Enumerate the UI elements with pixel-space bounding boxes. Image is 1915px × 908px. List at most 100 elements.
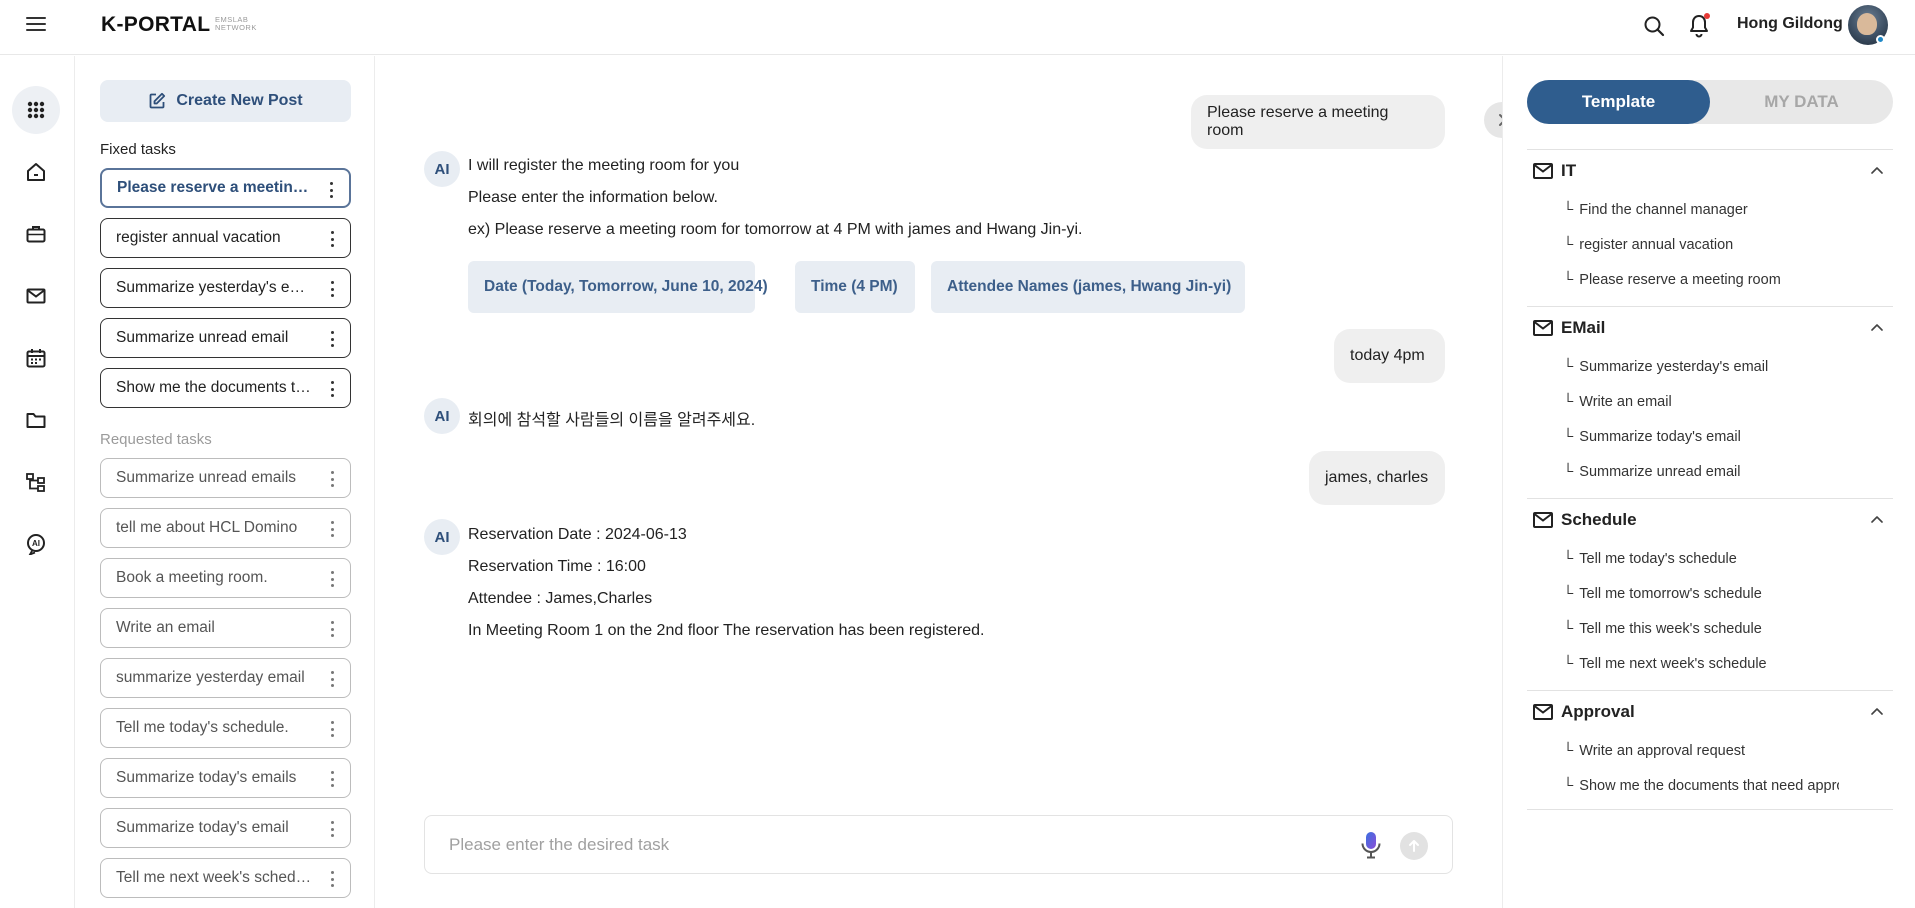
requested-task-item[interactable]: Tell me today's schedule. xyxy=(100,708,351,748)
tab-my-data[interactable]: MY DATA xyxy=(1710,80,1893,124)
ai-avatar: AI xyxy=(424,519,460,555)
more-options-icon[interactable] xyxy=(323,669,341,689)
category-header[interactable]: EMail xyxy=(1527,307,1893,349)
category-email: EMail └ Summarize yesterday's email └ Writ… xyxy=(1527,306,1893,489)
user-message: today 4pm xyxy=(1334,329,1445,383)
edit-icon xyxy=(149,92,166,109)
mail-icon xyxy=(1533,512,1553,528)
briefcase-icon[interactable] xyxy=(12,210,60,258)
notification-bell-icon[interactable] xyxy=(1687,13,1711,39)
template-item[interactable]: └ Tell me tomorrow's schedule xyxy=(1527,576,1839,611)
template-item[interactable]: └ Show me the documents that need approva… xyxy=(1527,768,1839,803)
requested-task-item[interactable]: summarize yesterday email xyxy=(100,658,351,698)
template-item[interactable]: └ Tell me today's schedule xyxy=(1527,541,1839,576)
ai-message-line: Reservation Time : 16:00 xyxy=(468,558,646,575)
fixed-tasks-heading: Fixed tasks xyxy=(100,141,176,158)
ai-message-line: Reservation Date : 2024-06-13 xyxy=(468,526,687,543)
fixed-task-item[interactable]: Summarize unread email xyxy=(100,318,351,358)
logo-subtitle: EMSLAB NETWORK xyxy=(215,15,257,32)
requested-task-item[interactable]: Book a meeting room. xyxy=(100,558,351,598)
template-item[interactable]: └ Tell me this week's schedule xyxy=(1527,611,1839,646)
more-options-icon[interactable] xyxy=(323,229,341,249)
user-message: Please reserve a meeting room xyxy=(1191,95,1445,149)
requested-task-item[interactable]: Summarize today's email xyxy=(100,808,351,848)
create-new-post-button[interactable]: Create New Post xyxy=(100,80,351,122)
task-input[interactable] xyxy=(449,830,1329,860)
ai-message-line: In Meeting Room 1 on the 2nd floor The r… xyxy=(468,622,985,639)
template-item[interactable]: └ register annual vacation xyxy=(1527,227,1839,262)
fixed-task-item[interactable]: register annual vacation xyxy=(100,218,351,258)
template-item[interactable]: └ Find the channel manager xyxy=(1527,192,1839,227)
category-header[interactable]: Approval xyxy=(1527,691,1893,733)
fixed-task-item[interactable]: Show me the documents that need approval xyxy=(100,368,351,408)
requested-task-item[interactable]: Write an email xyxy=(100,608,351,648)
panel-tabs: Template MY DATA xyxy=(1527,80,1893,124)
requested-tasks-heading: Requested tasks xyxy=(100,431,212,448)
send-button[interactable] xyxy=(1400,832,1428,860)
home-icon[interactable] xyxy=(12,148,60,196)
svg-text:AI: AI xyxy=(32,539,40,548)
template-item[interactable]: └ Please reserve a meeting room xyxy=(1527,262,1839,297)
ai-message-line: ex) Please reserve a meeting room for to… xyxy=(468,221,1083,238)
fixed-task-item[interactable]: Summarize yesterday's email xyxy=(100,268,351,308)
org-chart-icon[interactable] xyxy=(12,458,60,506)
online-status-dot xyxy=(1876,35,1885,44)
template-item[interactable]: └ Tell me next week's schedule xyxy=(1527,646,1839,681)
calendar-icon[interactable] xyxy=(12,334,60,382)
template-item[interactable]: └ Summarize unread email xyxy=(1527,454,1839,489)
more-options-icon[interactable] xyxy=(322,180,340,200)
app-logo[interactable]: K-PORTAL xyxy=(101,13,210,37)
category-approval: Approval └ Write an approval request └ Sho… xyxy=(1527,690,1893,810)
template-panel: Template MY DATA IT └ Find the channel ma… xyxy=(1502,56,1915,908)
requested-task-item[interactable]: tell me about HCL Domino xyxy=(100,508,351,548)
chevron-up-icon[interactable] xyxy=(1871,707,1883,715)
more-options-icon[interactable] xyxy=(323,329,341,349)
suggestion-chip-date[interactable]: Date (Today, Tomorrow, June 10, 2024) xyxy=(468,261,768,313)
ai-message-line: Please enter the information below. xyxy=(468,189,718,206)
user-name[interactable]: Hong Gildong xyxy=(1737,15,1843,33)
more-options-icon[interactable] xyxy=(323,619,341,639)
chat-area: Please reserve a meeting room AI I will … xyxy=(376,56,1501,908)
suggestion-chip-time[interactable]: Time (4 PM) xyxy=(795,261,915,313)
template-item[interactable]: └ Summarize today's email xyxy=(1527,419,1839,454)
ai-assistant-icon[interactable]: AI xyxy=(12,520,60,568)
template-item[interactable]: └ Summarize yesterday's email xyxy=(1527,349,1839,384)
more-options-icon[interactable] xyxy=(323,469,341,489)
more-options-icon[interactable] xyxy=(323,519,341,539)
suggestion-chip-attendees[interactable]: Attendee Names (james, Hwang Jin-yi) xyxy=(931,261,1245,313)
search-icon[interactable] xyxy=(1642,14,1666,38)
more-options-icon[interactable] xyxy=(323,719,341,739)
category-title: IT xyxy=(1561,161,1577,180)
template-item[interactable]: └ Write an approval request xyxy=(1527,733,1839,768)
task-input-box xyxy=(424,815,1453,874)
category-title: EMail xyxy=(1561,318,1606,337)
fixed-task-item[interactable]: Please reserve a meeting room xyxy=(100,168,351,208)
microphone-icon[interactable] xyxy=(1359,830,1383,860)
mail-icon xyxy=(1533,163,1553,179)
more-options-icon[interactable] xyxy=(323,769,341,789)
category-header[interactable]: IT xyxy=(1527,150,1893,192)
category-header[interactable]: Schedule xyxy=(1527,499,1893,541)
chevron-up-icon[interactable] xyxy=(1871,166,1883,174)
more-options-icon[interactable] xyxy=(323,569,341,589)
more-options-icon[interactable] xyxy=(323,819,341,839)
tab-template[interactable]: Template xyxy=(1527,80,1710,124)
requested-task-item[interactable]: Tell me next week's schedule xyxy=(100,858,351,898)
requested-task-item[interactable]: Summarize unread emails xyxy=(100,458,351,498)
more-options-icon[interactable] xyxy=(323,379,341,399)
chevron-up-icon[interactable] xyxy=(1871,515,1883,523)
apps-grid-icon[interactable] xyxy=(12,86,60,134)
more-options-icon[interactable] xyxy=(323,869,341,889)
menu-icon[interactable] xyxy=(26,17,46,33)
top-header: K-PORTAL EMSLAB NETWORK Hong Gildong xyxy=(0,0,1915,55)
requested-task-item[interactable]: Summarize today's emails xyxy=(100,758,351,798)
template-item[interactable]: └ Write an email xyxy=(1527,384,1839,419)
more-options-icon[interactable] xyxy=(323,279,341,299)
category-schedule: Schedule └ Tell me today's schedule └ Tell… xyxy=(1527,498,1893,681)
mail-icon[interactable] xyxy=(12,272,60,320)
ai-avatar: AI xyxy=(424,398,460,434)
chevron-up-icon[interactable] xyxy=(1871,323,1883,331)
folder-icon[interactable] xyxy=(12,396,60,444)
ai-avatar: AI xyxy=(424,151,460,187)
icon-rail: AI xyxy=(0,56,75,908)
